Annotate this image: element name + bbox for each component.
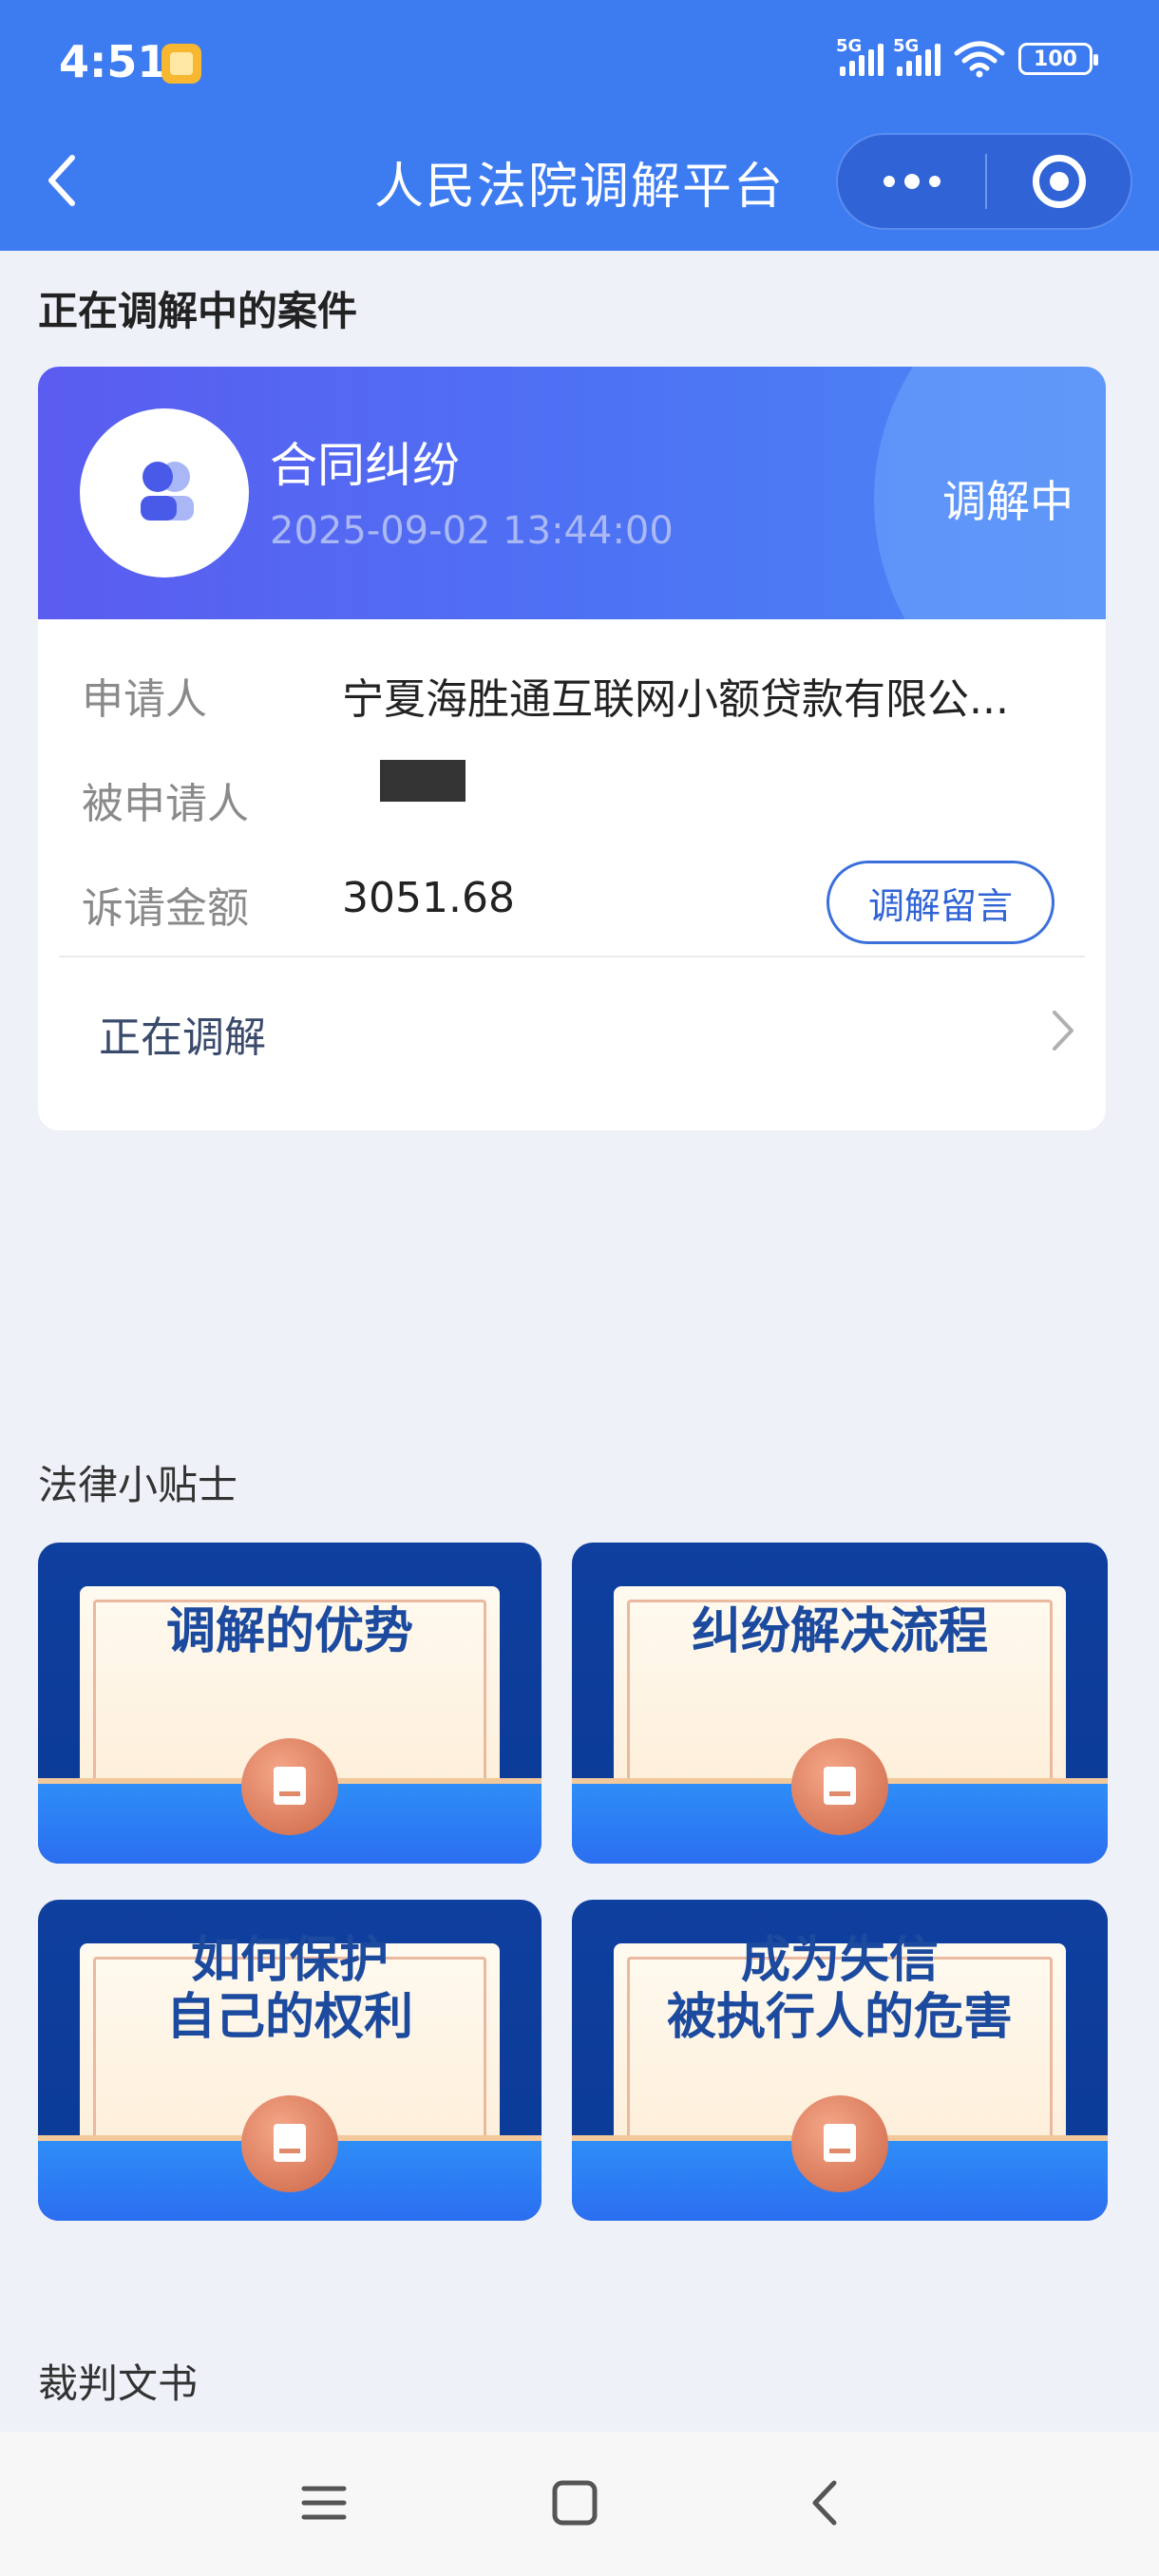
menu-icon[interactable] [291,2470,357,2536]
amount-value: 3051.68 [342,874,515,922]
case-type: 合同纠纷 [270,438,460,493]
ongoing-cases-title: 正在调解中的案件 [38,288,358,334]
wifi-icon [954,41,1005,78]
case-time: 2025-09-02 13:44:00 [270,509,674,553]
signal-icon: 5G [893,36,940,76]
close-miniprogram-button[interactable] [987,135,1130,228]
users-icon [141,462,194,521]
applicant-label: 申请人 [82,675,207,724]
book-icon [791,1738,888,1835]
signal-icon: 5G [836,36,884,76]
book-icon [241,2095,338,2192]
status-indicators: 5G 5G 100 [836,36,1098,78]
app-header: 4:51 5G 5G 100 人民法院调解平台 [0,0,1159,251]
book-icon [241,1738,338,1835]
respondent-label: 被申请人 [82,780,249,828]
case-avatar [80,408,249,578]
status-time: 4:51 [59,36,168,87]
case-progress-row[interactable]: 正在调解 [38,957,1106,1100]
chevron-right-icon [1053,1011,1074,1051]
back-icon[interactable] [794,2470,861,2536]
tip-card[interactable]: 成为失信 被执行人的危害 [572,1900,1108,2221]
applicant-value: 宁夏海胜通互联网小额贷款有限公... [342,675,1009,724]
more-menu-button[interactable] [838,135,985,228]
tip-card[interactable]: 如何保护 自己的权利 [38,1900,542,2221]
battery-icon: 100 [1018,43,1098,75]
respondent-redacted [380,760,466,802]
judgment-documents-title: 裁判文书 [38,2360,199,2407]
legal-tips-title: 法律小贴士 [38,1462,238,1508]
home-icon[interactable] [542,2470,608,2536]
book-icon [791,2095,888,2192]
miniprogram-capsule [836,133,1132,230]
case-status-badge: 调解中 [942,476,1074,527]
system-nav-bar [0,2432,1159,2576]
notification-app-icon [162,44,201,84]
tip-card[interactable]: 纠纷解决流程 [572,1543,1108,1864]
battery-level: 100 [1034,47,1077,71]
tip-card[interactable]: 调解的优势 [38,1543,542,1864]
target-icon [1032,155,1086,208]
mediation-message-button[interactable]: 调解留言 [826,861,1054,944]
case-card-header: 合同纠纷 2025-09-02 13:44:00 调解中 [38,367,1106,619]
progress-label: 正在调解 [99,1013,266,1062]
amount-label: 诉请金额 [82,884,249,933]
case-card[interactable]: 合同纠纷 2025-09-02 13:44:00 调解中 申请人 宁夏海胜通互联… [38,367,1106,1130]
